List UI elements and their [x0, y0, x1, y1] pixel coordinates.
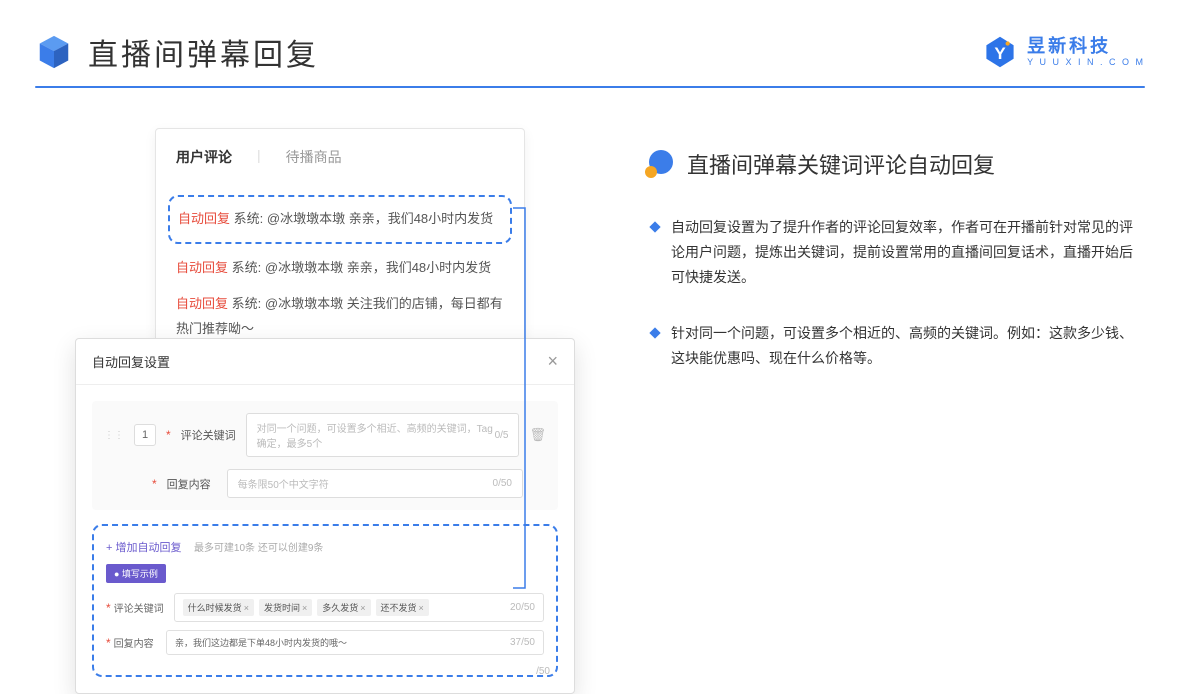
diamond-icon [649, 221, 660, 232]
description-item: 自动回复设置为了提升作者的评论回复效率，作者可在开播前针对常见的评论用户问题，提… [645, 215, 1145, 291]
brand-name-en: Y U U X I N . C O M [1027, 58, 1145, 67]
comment-item: 自动回复 系统: @冰墩墩本墩 关注我们的店铺，每日都有热门推荐呦～ [176, 292, 504, 341]
tag-chip: 什么时候发货× [183, 599, 254, 616]
diamond-icon [649, 327, 660, 338]
ex-label-reply: *回复内容 [106, 635, 156, 650]
ex-label-keyword: *评论关键词 [106, 600, 164, 615]
add-auto-reply-link[interactable]: + 增加自动回复 [106, 542, 181, 554]
comment-sys: 系统: [234, 211, 264, 226]
example-frame: + 增加自动回复 最多可建10条 还可以创建9条 ● 填写示例 *评论关键词 什… [92, 524, 558, 677]
placeholder-text: 每条限50个中文字符 [238, 476, 329, 491]
feature-title-text: 直播间弹幕关键词评论自动回复 [687, 148, 995, 180]
auto-reply-tag: 自动回复 [178, 211, 230, 226]
example-reply-text: 亲，我们这边都是下单48小时内发货的哦～ [175, 636, 347, 649]
char-count-orphan: /50 [536, 666, 550, 677]
tag-chip: 发货时间× [259, 599, 312, 616]
auto-reply-settings-dialog: 自动回复设置 × ⋮⋮ 1 * 评论关键词 对同一个问题，可设置多个相近、高频的… [75, 338, 575, 694]
description-item: 针对同一个问题，可设置多个相近的、高频的关键词。例如：这款多少钱、这块能优惠吗、… [645, 321, 1145, 371]
tab-user-comments[interactable]: 用户评论 [176, 147, 232, 175]
brand-logo: Y 昱新科技 Y U U X I N . C O M [983, 35, 1145, 69]
description-text: 针对同一个问题，可设置多个相近的、高频的关键词。例如：这款多少钱、这块能优惠吗、… [671, 321, 1145, 371]
tag-chip: 还不发货× [376, 599, 429, 616]
cube-icon [35, 33, 73, 71]
comment-text: @冰墩墩本墩 亲亲，我们48小时内发货 [265, 260, 491, 275]
char-count: 37/50 [510, 637, 535, 648]
example-reply-field: 亲，我们这边都是下单48小时内发货的哦～ 37/50 [166, 630, 544, 655]
drag-handle-icon[interactable]: ⋮⋮ [104, 432, 124, 439]
comment-sys: 系统: [232, 296, 262, 311]
feature-title: 直播间弹幕关键词评论自动回复 [645, 148, 1145, 180]
reply-input[interactable]: 每条限50个中文字符 0/50 [227, 469, 523, 498]
auto-reply-tag: 自动回复 [176, 260, 228, 275]
description-text: 自动回复设置为了提升作者的评论回复效率，作者可在开播前针对常见的评论用户问题，提… [671, 215, 1145, 291]
comment-item: 自动回复 系统: @冰墩墩本墩 亲亲，我们48小时内发货 [176, 256, 504, 281]
svg-text:Y: Y [994, 44, 1006, 63]
add-hint: 最多可建10条 还可以创建9条 [194, 543, 323, 554]
trash-icon[interactable]: 🗑 [529, 427, 546, 443]
page-title: 直播间弹幕回复 [88, 30, 319, 74]
bullet-icon [645, 150, 673, 178]
auto-reply-tag: 自动回复 [176, 296, 228, 311]
required-star: * [152, 477, 157, 491]
required-star: * [166, 428, 171, 442]
placeholder-text: 对同一个问题，可设置多个相近、高频的关键词，Tag确定，最多5个 [257, 420, 495, 450]
comment-sys: 系统: [232, 260, 262, 275]
tab-separator: | [257, 147, 261, 175]
example-badge: ● 填写示例 [106, 564, 166, 583]
keyword-input[interactable]: 对同一个问题，可设置多个相近、高频的关键词，Tag确定，最多5个 0/5 [246, 413, 520, 457]
field-label-reply: 回复内容 [167, 476, 217, 492]
comment-highlighted: 自动回复 系统: @冰墩墩本墩 亲亲，我们48小时内发货 [168, 195, 512, 244]
example-keyword-field: 什么时候发货× 发货时间× 多久发货× 还不发货× 20/50 [174, 593, 544, 622]
char-count: 0/50 [493, 478, 512, 489]
comment-text: @冰墩墩本墩 亲亲，我们48小时内发货 [267, 211, 493, 226]
tag-chip: 多久发货× [317, 599, 370, 616]
field-label-keyword: 评论关键词 [181, 427, 236, 443]
close-icon[interactable]: × [547, 351, 558, 372]
tabs: 用户评论 | 待播商品 [176, 147, 504, 175]
char-count: 0/5 [495, 430, 509, 441]
tab-pending-goods[interactable]: 待播商品 [286, 147, 342, 175]
brand-name-cn: 昱新科技 [1027, 37, 1145, 55]
dialog-title: 自动回复设置 [92, 352, 170, 371]
row-index: 1 [134, 424, 156, 446]
char-count: 20/50 [510, 602, 535, 613]
